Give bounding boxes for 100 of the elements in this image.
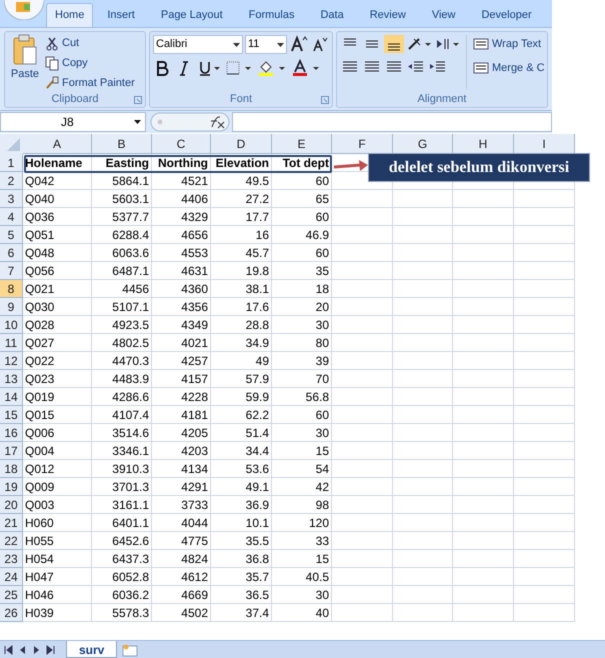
ribbon-tab[interactable]: Home [46,3,94,27]
wrap-text-icon[interactable] [473,37,489,51]
row-header[interactable]: 4 [0,208,23,226]
align-bottom-icon[interactable] [384,35,404,53]
empty-cell [332,190,393,208]
scissors-icon[interactable] [45,36,59,50]
column-header[interactable]: B [92,134,152,154]
cut-button[interactable]: Cut [45,34,135,52]
row-header[interactable]: 19 [0,478,23,496]
row-header[interactable]: 23 [0,550,23,568]
dropdown-arrow-icon[interactable] [134,120,141,124]
table-cell: 4631 [152,262,211,280]
row-header[interactable]: 7 [0,262,23,280]
copy-icon[interactable] [45,56,59,70]
table-cell: 45.7 [211,244,272,262]
font-name-dropdown[interactable]: Calibri [153,35,243,54]
merge-button[interactable]: Merge & C [473,59,545,77]
row-header[interactable]: 18 [0,460,23,478]
row-header[interactable]: 6 [0,244,23,262]
column-header[interactable]: E [272,134,332,154]
dropdown-arrow-icon[interactable] [233,42,240,46]
column-header[interactable]: D [211,134,272,154]
format-painter-button[interactable]: Format Painter [45,74,135,92]
ribbon-tab[interactable]: Insert [99,3,143,27]
fx-icon[interactable] [150,112,230,132]
row-header[interactable]: 13 [0,370,23,388]
formula-input-field[interactable] [232,112,552,132]
copy-button[interactable]: Copy [45,54,135,72]
table-cell: 4205 [152,424,211,442]
row-header[interactable]: 12 [0,352,23,370]
grow-font-icon[interactable] [289,35,309,54]
row-header[interactable]: 2 [0,172,23,190]
row-header[interactable]: 26 [0,604,23,622]
row-header[interactable]: 10 [0,316,23,334]
column-header[interactable]: G [393,134,453,154]
table-cell: Q012 [23,460,92,478]
sheet-tab[interactable]: surv [66,641,118,658]
row-header[interactable]: 1 [0,154,23,172]
row-header[interactable]: 15 [0,406,23,424]
ribbon-tab[interactable]: Data [312,3,352,27]
borders-icon[interactable] [225,59,253,77]
font-color-icon[interactable] [291,59,321,77]
ribbon-tab[interactable]: View [424,3,464,27]
table-cell: H054 [23,550,92,568]
row-header[interactable]: 3 [0,190,23,208]
row-header[interactable]: 11 [0,334,23,352]
empty-cell [514,244,575,262]
row-header[interactable]: 16 [0,424,23,442]
ribbon-tab[interactable]: Formulas [240,3,302,27]
name-box[interactable]: J8 [0,112,146,132]
empty-cell [453,352,514,370]
column-header[interactable]: H [453,134,514,154]
table-cell: 20 [272,298,332,316]
empty-cell [393,406,453,424]
ribbon-tab[interactable]: Review [362,3,414,27]
group-label: Alignment [418,92,466,107]
row-header[interactable]: 9 [0,298,23,316]
table-cell: 6052.8 [92,568,152,586]
row-header[interactable]: 25 [0,586,23,604]
first-sheet-icon[interactable] [3,644,14,656]
table-cell: 60 [272,172,332,190]
row-header[interactable]: 14 [0,388,23,406]
brush-icon[interactable] [45,76,59,90]
row-header[interactable]: 21 [0,514,23,532]
ribbon-tab[interactable]: Page Layout [152,3,231,27]
clipboard-icon[interactable] [12,34,38,66]
column-header[interactable]: I [514,134,575,154]
table-cell: 3346.1 [92,442,152,460]
table-cell: Q048 [23,244,92,262]
empty-cell [453,334,514,352]
table-cell: 17.7 [211,208,272,226]
empty-cell [514,604,575,622]
table-cell: 6452.6 [92,532,152,550]
paste-button[interactable]: Paste [5,32,45,92]
dropdown-arrow-icon[interactable] [277,42,284,46]
ribbon-tab[interactable]: Developer [473,3,540,27]
fill-color-icon[interactable] [257,59,287,77]
underline-icon[interactable] [197,59,221,77]
font-size-dropdown[interactable]: 11 [245,35,287,54]
table-cell: H039 [23,604,92,622]
row-header[interactable]: 5 [0,226,23,244]
row-header[interactable]: 8 [0,280,23,298]
table-cell: 3701.3 [92,478,152,496]
table-cell: Q006 [23,424,92,442]
wrap-text-button[interactable]: Wrap Text [473,35,545,53]
row-header[interactable]: 22 [0,532,23,550]
empty-cell [514,280,575,298]
column-header[interactable]: A [23,134,92,154]
table-cell: 19.8 [211,262,272,280]
column-header[interactable]: C [152,134,211,154]
empty-cell [453,244,514,262]
column-header[interactable]: F [332,134,393,154]
empty-cell [332,550,393,568]
row-header[interactable]: 24 [0,568,23,586]
merge-cells-icon[interactable] [473,61,489,75]
row-header[interactable]: 17 [0,442,23,460]
table-cell: 54 [272,460,332,478]
row-header[interactable]: 20 [0,496,23,514]
last-sheet-icon[interactable] [45,644,56,656]
shrink-font-icon[interactable] [311,35,329,54]
